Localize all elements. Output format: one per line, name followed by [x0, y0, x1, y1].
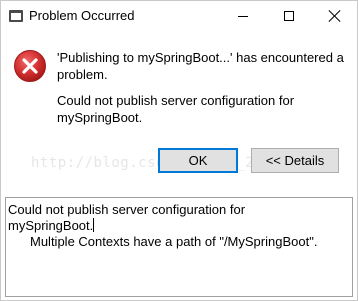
- title-bar[interactable]: Problem Occurred: [1, 1, 357, 31]
- minimize-button[interactable]: [220, 1, 266, 31]
- window-title: Problem Occurred: [29, 8, 135, 23]
- details-text-area[interactable]: Could not publish server configuration f…: [5, 197, 353, 297]
- ok-button[interactable]: OK: [158, 148, 238, 173]
- details-line-3: Multiple Contexts have a path of "/MySpr…: [30, 234, 318, 249]
- primary-message: 'Publishing to mySpringBoot...' has enco…: [57, 50, 344, 82]
- close-button[interactable]: [312, 1, 358, 31]
- error-icon: [14, 50, 46, 82]
- details-toggle-button[interactable]: << Details: [251, 148, 339, 173]
- text-caret: [93, 218, 95, 232]
- secondary-message: Could not publish server configuration f…: [57, 93, 295, 125]
- problem-dialog: Problem Occurred 'Publishing to mySpring…: [0, 0, 358, 301]
- maximize-button[interactable]: [266, 1, 312, 31]
- dialog-content: 'Publishing to mySpringBoot...' has enco…: [1, 31, 357, 301]
- details-line-2: mySpringBoot.: [8, 218, 94, 233]
- details-line-2-wrap: mySpringBoot.: [8, 218, 346, 234]
- maximize-icon: [284, 11, 294, 21]
- dialog-app-icon: [9, 10, 23, 22]
- details-line-1: Could not publish server configuration f…: [8, 202, 246, 217]
- minimize-icon: [238, 15, 248, 17]
- close-icon: [329, 10, 341, 22]
